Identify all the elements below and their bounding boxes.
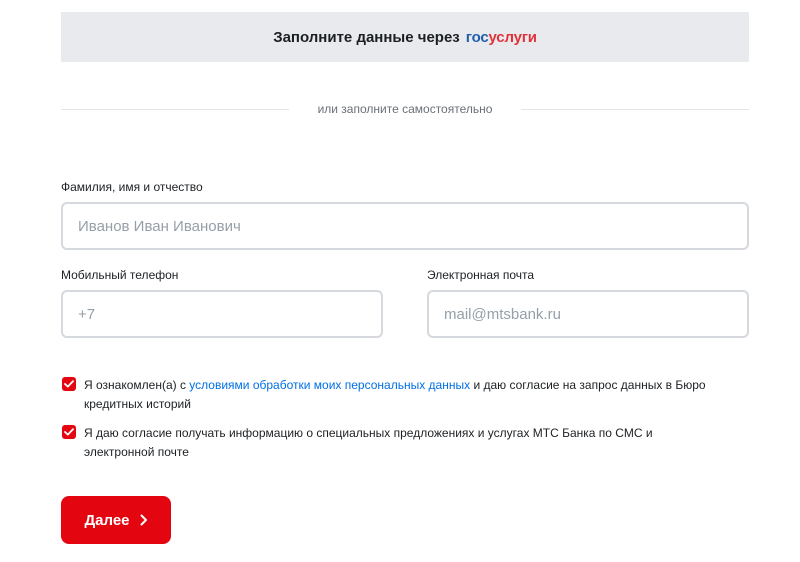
- consent-pd-text: Я ознакомлен(а) с условиями обработки мо…: [84, 378, 706, 411]
- next-button-label: Далее: [84, 511, 130, 529]
- chevron-right-icon: [140, 514, 148, 526]
- checkmark-icon: [64, 380, 74, 388]
- consent-ads-checkbox[interactable]: [62, 425, 76, 439]
- next-button[interactable]: Далее: [61, 496, 171, 544]
- phone-input[interactable]: [78, 305, 381, 323]
- gosuslugi-fill-button[interactable]: Заполните данные через госуслуги: [61, 12, 749, 62]
- divider-line-right: [521, 109, 749, 110]
- checkmark-icon: [64, 428, 74, 436]
- fio-input[interactable]: [78, 217, 747, 235]
- email-input[interactable]: [444, 305, 747, 323]
- fio-field[interactable]: [61, 202, 749, 250]
- phone-field[interactable]: [61, 290, 383, 338]
- email-label: Электронная почта: [427, 268, 535, 282]
- consent-pd-checkbox[interactable]: [62, 377, 76, 391]
- phone-label: Мобильный телефон: [61, 268, 179, 282]
- gosuslugi-logo: госуслуги: [465, 28, 537, 46]
- gosuslugi-prompt: Заполните данные через: [273, 28, 460, 46]
- fio-label: Фамилия, имя и отчество: [61, 180, 203, 194]
- consent-ads-text: Я даю согласие получать информацию о спе…: [84, 426, 653, 459]
- pd-terms-link[interactable]: условиями обработки моих персональных да…: [189, 378, 470, 392]
- email-field[interactable]: [427, 290, 749, 338]
